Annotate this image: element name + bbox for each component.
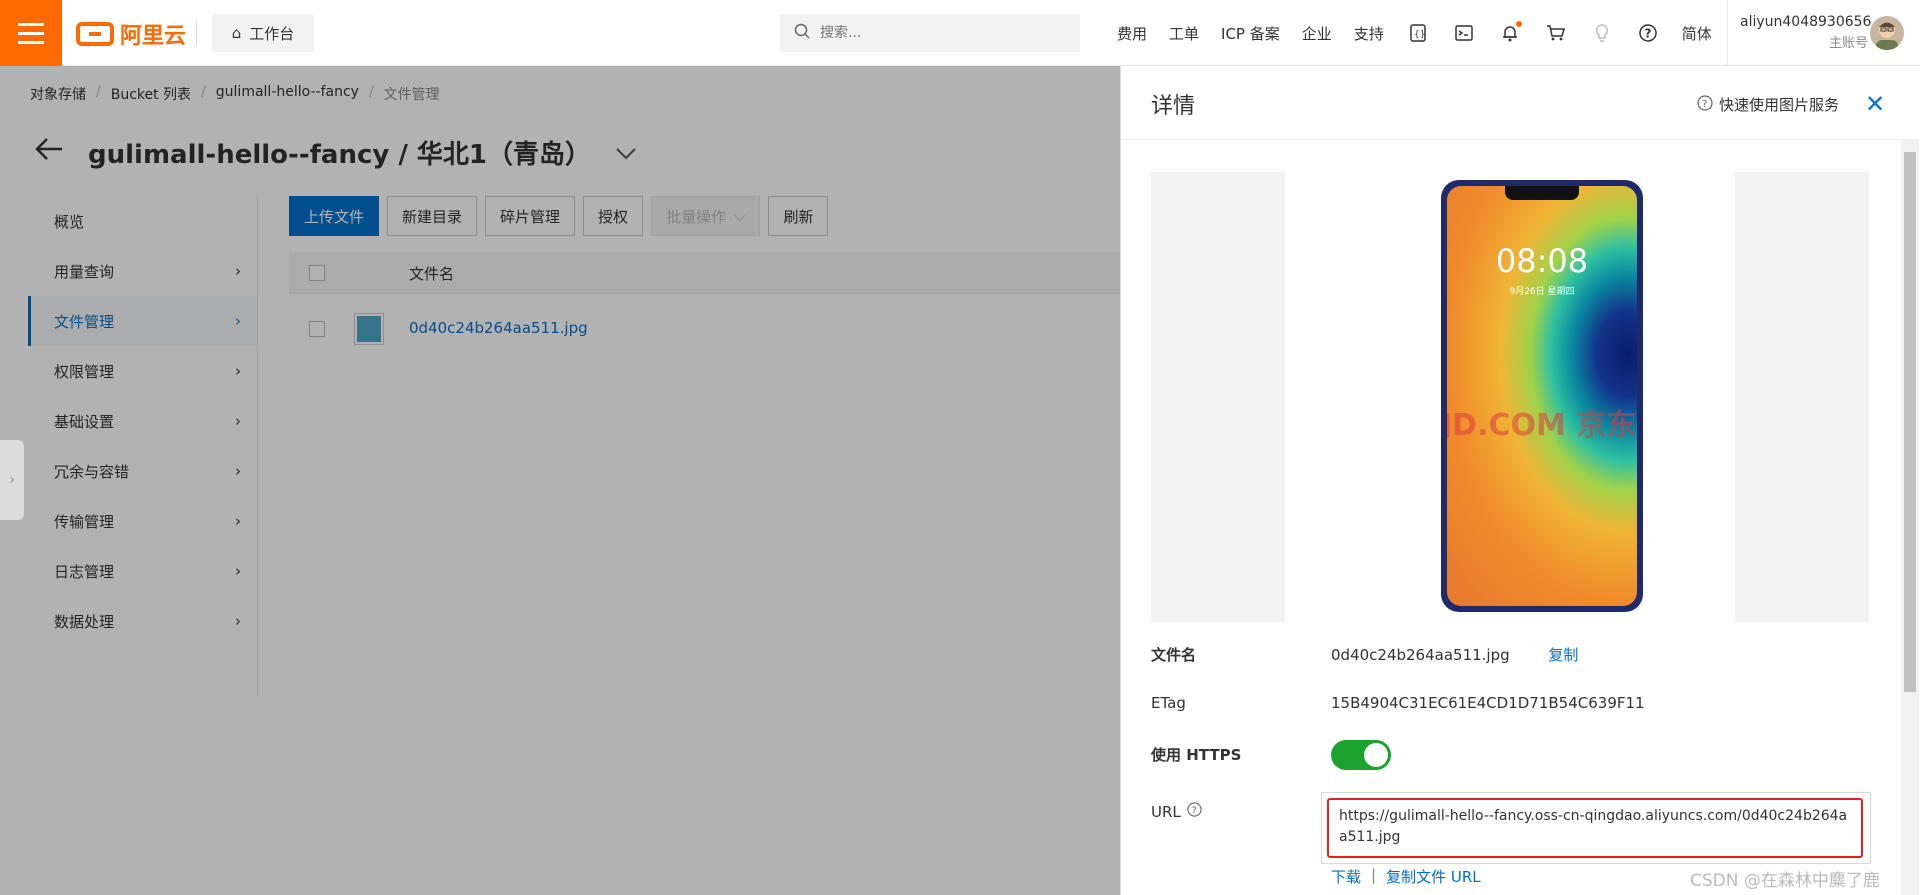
url-value-highlighted[interactable]: https://gulimall-hello--fancy.oss-cn-qin… (1327, 798, 1863, 858)
cart-icon[interactable] (1544, 21, 1568, 45)
copy-url-link[interactable]: 复制文件 URL (1386, 866, 1481, 887)
filename-value: 0d40c24b264aa511.jpg (1331, 646, 1510, 664)
top-nav-items: 费用 工单 ICP 备案 企业 支持 {} ? 简体 (1106, 0, 1723, 66)
nav-fees[interactable]: 费用 (1106, 23, 1158, 44)
avatar[interactable] (1870, 16, 1904, 50)
svg-text:?: ? (1702, 99, 1707, 110)
filename-value-row: 0d40c24b264aa511.jpg 复制 (1331, 644, 1578, 665)
url-label-row: URL ? (1151, 802, 1202, 821)
nav-tickets[interactable]: 工单 (1158, 23, 1210, 44)
details-drawer: 详情 ? 快速使用图片服务 ✕ 08:08 9月26日 星期四 JD.COM 京… (1120, 66, 1920, 895)
phone-image: 08:08 9月26日 星期四 JD.COM 京东 (1441, 180, 1643, 612)
search-icon (794, 23, 810, 43)
download-link[interactable]: 下载 (1331, 866, 1361, 887)
language-switch[interactable]: 简体 (1671, 23, 1723, 44)
scrollbar-thumb[interactable] (1904, 152, 1916, 692)
user-account-type: 主账号 (1828, 36, 1868, 51)
nav-icp[interactable]: ICP 备案 (1210, 23, 1291, 44)
filename-label: 文件名 (1151, 646, 1197, 664)
drawer-scrollbar[interactable] (1901, 140, 1919, 895)
aliyun-logo[interactable]: 阿里云 (76, 18, 186, 50)
divider (196, 20, 197, 46)
search-input[interactable] (820, 25, 1060, 41)
phone-date: 9月26日 星期四 (1509, 287, 1575, 297)
terminal-icon[interactable] (1452, 21, 1476, 45)
top-navbar: 阿里云 ⌂ 工作台 费用 工单 ICP 备案 企业 支持 {} (0, 0, 1920, 66)
https-toggle[interactable] (1331, 740, 1391, 770)
help-circle-icon: ? (1697, 94, 1713, 115)
jd-watermark: JD.COM 京东 (1447, 408, 1637, 443)
phone-screen: 08:08 9月26日 星期四 JD.COM 京东 (1447, 186, 1637, 606)
drawer-title: 详情 (1151, 94, 1196, 119)
help-icon[interactable]: ? (1636, 21, 1660, 45)
toggle-knob (1364, 743, 1388, 767)
sidebar-toggle-handle[interactable]: › (0, 440, 24, 520)
copy-filename-link[interactable]: 复制 (1548, 646, 1578, 664)
etag-label: ETag (1151, 694, 1186, 712)
home-icon: ⌂ (231, 24, 242, 42)
menu-icon[interactable] (0, 0, 62, 66)
image-preview: 08:08 9月26日 星期四 JD.COM 京东 (1151, 172, 1869, 622)
user-menu[interactable]: aliyun4048930656 主账号 (1727, 0, 1920, 66)
preview-pad-left (1151, 172, 1285, 622)
svg-text:{}: {} (1414, 30, 1425, 40)
close-icon[interactable]: ✕ (1865, 92, 1885, 116)
bell-icon[interactable] (1498, 21, 1522, 45)
link-separator: | (1371, 866, 1377, 884)
help-text: 快速使用图片服务 (1719, 96, 1840, 114)
bulb-icon[interactable] (1590, 21, 1614, 45)
image-service-help-link[interactable]: ? 快速使用图片服务 (1697, 94, 1839, 115)
phone-clock: 08:08 (1495, 242, 1589, 280)
preview-pad-right (1735, 172, 1869, 622)
phone-notch (1505, 186, 1579, 200)
svg-text:?: ? (1644, 27, 1651, 41)
drawer-header: 详情 ? 快速使用图片服务 ✕ (1121, 66, 1920, 140)
nav-support[interactable]: 支持 (1343, 23, 1395, 44)
info-icon[interactable]: ? (1187, 802, 1202, 821)
etag-value: 15B4904C31EC61E4CD1D71B54C639F11 (1331, 694, 1645, 712)
nav-enterprise[interactable]: 企业 (1291, 23, 1343, 44)
svg-text:?: ? (1191, 805, 1196, 816)
app-icon[interactable]: {} (1406, 21, 1430, 45)
modal-overlay[interactable] (0, 66, 1120, 895)
aliyun-logo-mark (76, 22, 114, 46)
https-label: 使用 HTTPS (1151, 746, 1242, 764)
notification-dot (1515, 21, 1522, 27)
workbench-label: 工作台 (249, 24, 295, 43)
url-actions: 下载 | 复制文件 URL (1331, 866, 1481, 887)
search-box[interactable] (780, 14, 1080, 52)
csdn-watermark: CSDN @在森林中麋了鹿 (1690, 871, 1880, 891)
logo-text: 阿里云 (120, 24, 187, 49)
url-label: URL (1151, 802, 1181, 821)
workbench-button[interactable]: ⌂ 工作台 (212, 14, 314, 52)
